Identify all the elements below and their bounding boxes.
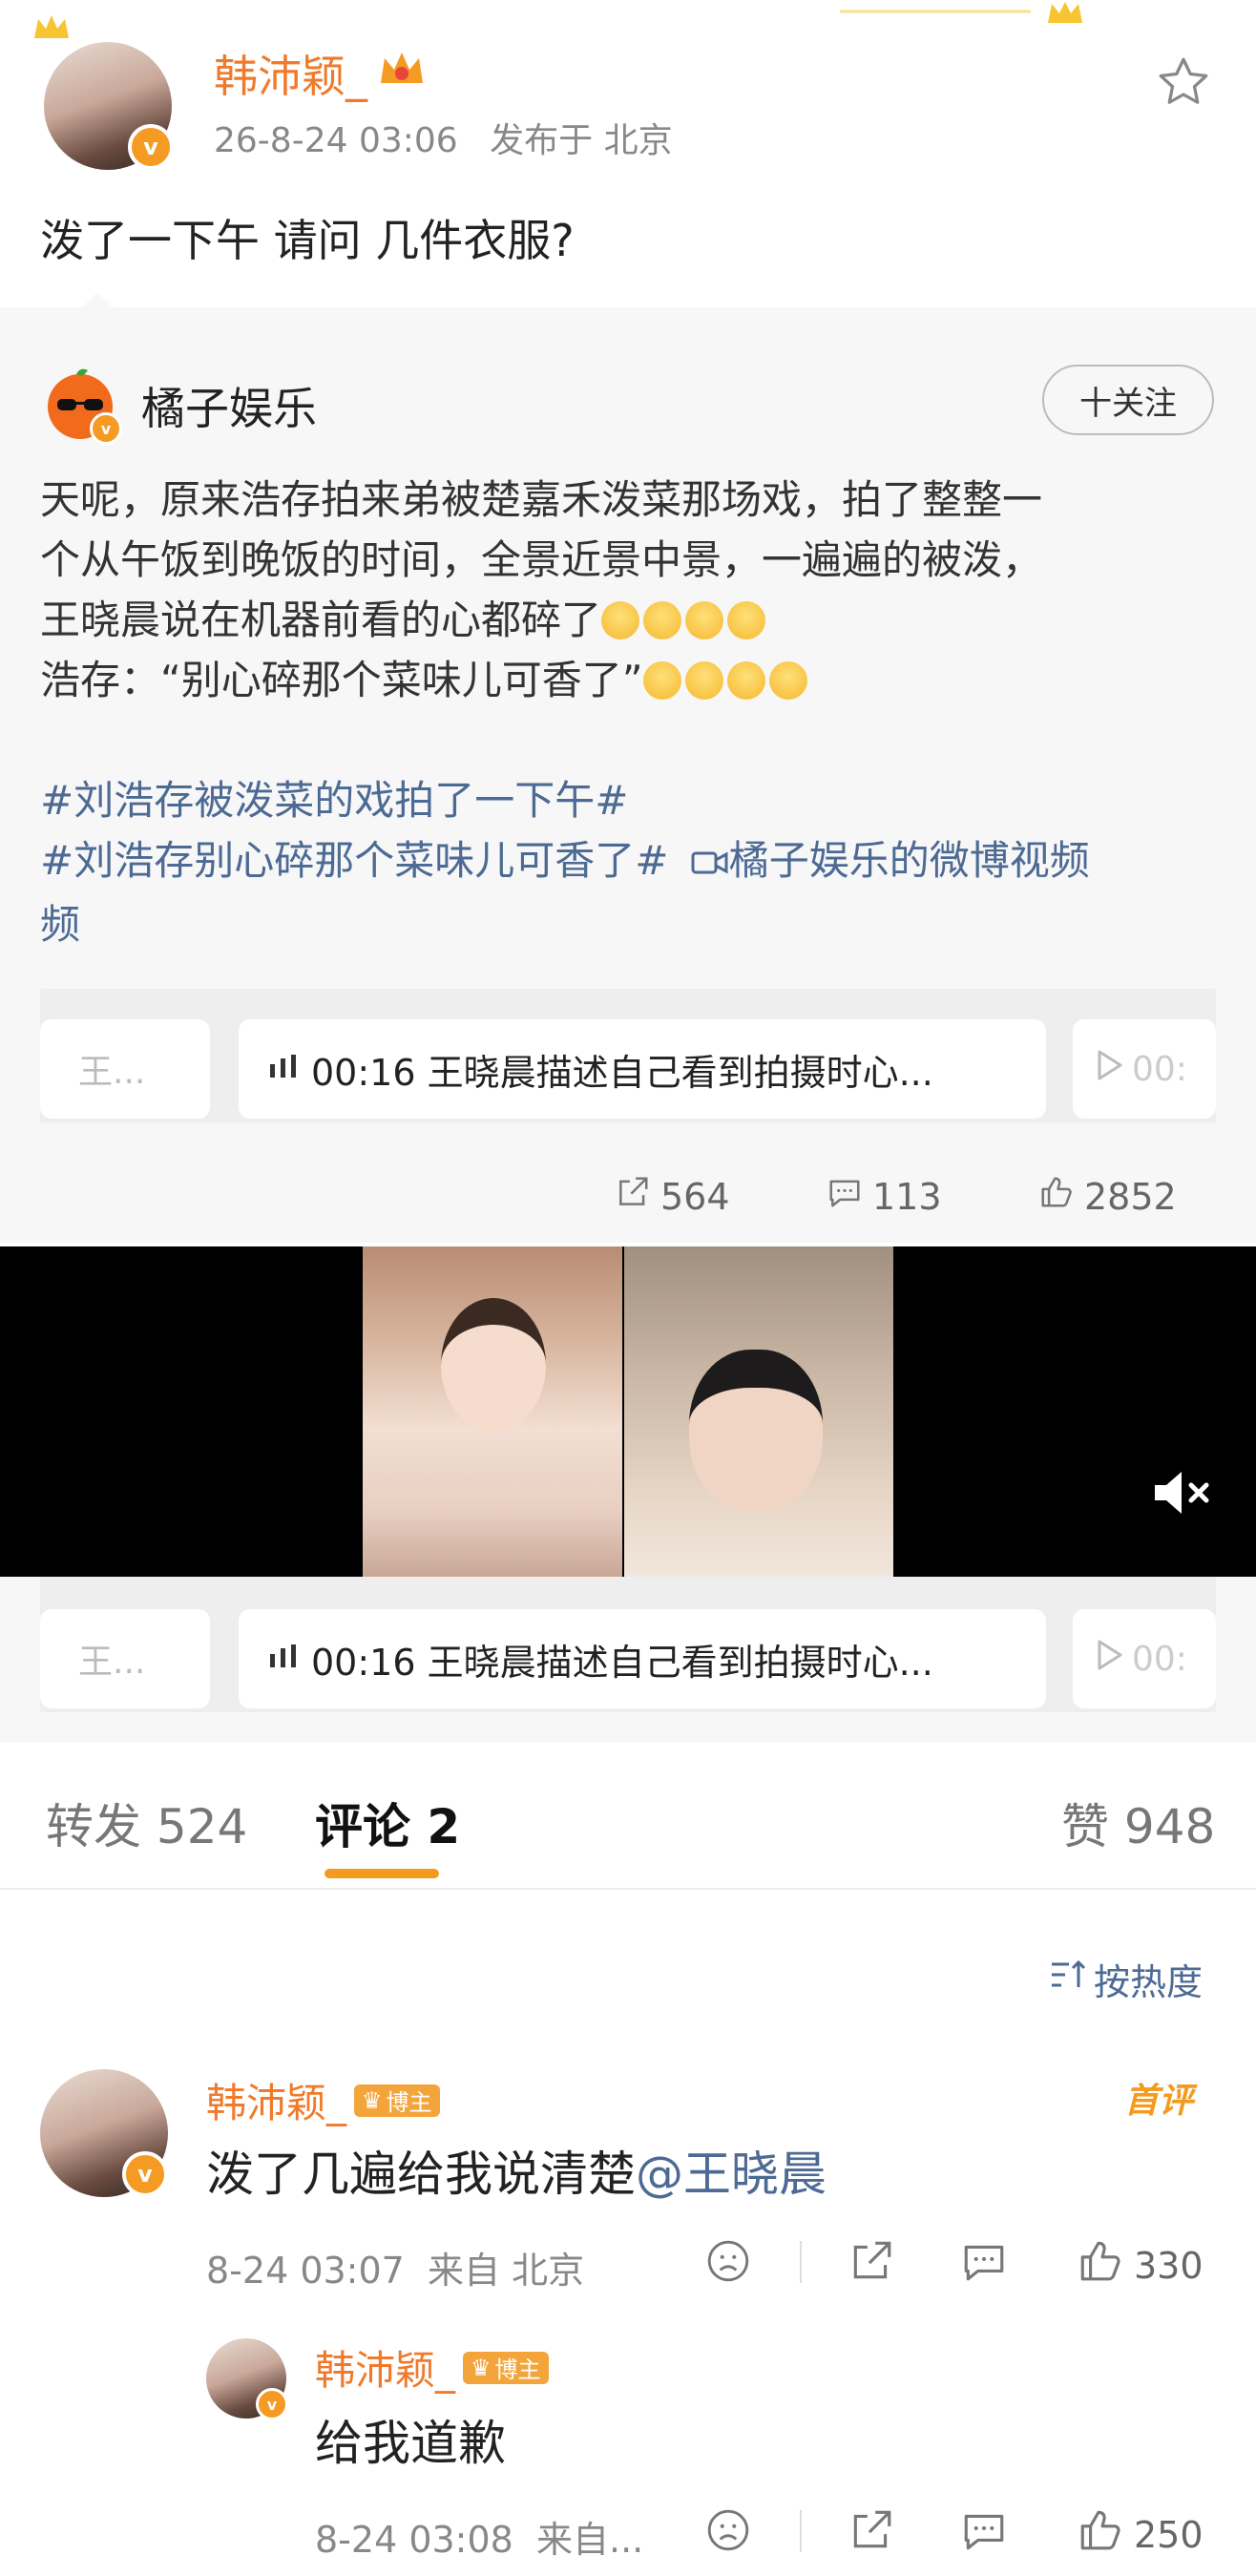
comment-2-like[interactable]: 250	[1077, 2506, 1204, 2563]
repost-comment-count[interactable]: 113	[827, 1174, 942, 1219]
chapter-chip-main-2[interactable]: 00:16 王晓晨描述自己看到拍摄时心...	[239, 1609, 1046, 1708]
repost-line-3: 王晓晨说在机器前看的心都碎了	[40, 590, 1224, 650]
comment-1-share-icon[interactable]	[848, 2237, 895, 2285]
hug-emoji-icon	[642, 661, 681, 700]
repost-body: 天呢，原来浩存拍来弟被楚嘉禾泼菜那场戏，拍了整整一 个从午饭到晚饭的时间，全景近…	[40, 470, 1224, 954]
repost-pointer	[80, 292, 115, 309]
comment-1-author[interactable]: 韩沛颖_	[206, 2071, 346, 2129]
comment-1-text: 泼了几遍给我说清楚@王晓晨	[206, 2147, 827, 2202]
mute-icon[interactable]	[1149, 1464, 1216, 1521]
post-meta: 26-8-24 03:06 发布于 北京	[214, 113, 673, 162]
tab-active-underline	[324, 1869, 439, 1878]
tabs-divider	[0, 1888, 1256, 1890]
repost-verified-icon: v	[90, 412, 122, 445]
comment-1-mention[interactable]: @王晓晨	[636, 2147, 827, 2202]
video-link[interactable]: 橘子娱乐的微博视频	[729, 837, 1090, 884]
comment-1-separator	[800, 2241, 802, 2283]
comment-1-verified-icon: v	[122, 2151, 168, 2197]
repost-author[interactable]: 橘子娱乐	[141, 374, 317, 437]
play-icon	[1096, 1639, 1124, 1680]
chapter-chip-left-2[interactable]: 王...	[40, 1609, 210, 1708]
repost-line-1: 天呢，原来浩存拍来弟被楚嘉禾泼菜那场戏，拍了整整一	[40, 476, 1043, 523]
comment-2-meta: 8-24 03:08 来自...	[315, 2519, 644, 2561]
video-link-tail[interactable]: 频	[40, 894, 1224, 954]
comment-2-share-icon[interactable]	[848, 2506, 895, 2554]
repost-like-count[interactable]: 2852	[1038, 1174, 1177, 1219]
thumb-up-icon	[1038, 1174, 1075, 1219]
crown-icon: ♛	[362, 2086, 383, 2114]
play-icon	[1096, 1049, 1124, 1090]
comment-2-reply-icon[interactable]	[960, 2506, 1008, 2554]
tab-comment[interactable]: 评论 2	[315, 1789, 460, 1857]
comment-1-meta: 8-24 03:07 来自 北京	[206, 2250, 585, 2292]
comment-1-reply-icon[interactable]	[960, 2237, 1008, 2285]
comment-2-text: 给我道歉	[315, 2416, 506, 2471]
first-comment-tag: 首评	[1124, 2082, 1194, 2121]
author-name[interactable]: 韩沛颖_	[214, 42, 427, 105]
repost-share-count[interactable]: 564	[615, 1174, 730, 1219]
sort-icon	[1048, 1957, 1088, 2001]
thumb-up-icon	[1077, 2237, 1124, 2293]
hug-emoji-icon	[727, 601, 766, 639]
post-text: 泼了一下午 请问 几件衣服?	[40, 215, 575, 266]
video-frame-left-face	[441, 1298, 546, 1432]
comment-2-host-badge: ♛ 博主	[463, 2351, 549, 2384]
comment-1-host-badge: ♛ 博主	[354, 2084, 440, 2117]
hug-emoji-icon	[685, 601, 724, 639]
hashtag-2[interactable]: #刘浩存别心碎那个菜味儿可香了#	[40, 837, 668, 884]
chapter-chip-right-2[interactable]: 00:	[1073, 1609, 1216, 1708]
verified-badge-icon: v	[128, 124, 174, 170]
post-time: 26-8-24 03:06	[214, 121, 458, 160]
chapter-chip-main[interactable]: 00:16 王晓晨描述自己看到拍摄时心...	[239, 1019, 1046, 1119]
comment-1-like[interactable]: 330	[1077, 2237, 1204, 2293]
audio-bars-icon	[267, 1048, 300, 1090]
comment-2-dislike-icon[interactable]	[704, 2506, 752, 2554]
comment-1-header: 韩沛颖_ ♛ 博主	[206, 2071, 440, 2129]
post-location: 发布于 北京	[490, 121, 673, 160]
crown-icon: ♛	[471, 2354, 492, 2381]
hug-emoji-icon	[601, 601, 640, 639]
hug-emoji-icon	[726, 661, 765, 700]
comment-icon	[827, 1174, 863, 1219]
hug-emoji-icon	[643, 601, 682, 639]
comment-2-verified-icon: v	[256, 2388, 288, 2420]
tab-repost[interactable]: 转发 524	[46, 1789, 247, 1857]
comment-1-dislike-icon[interactable]	[704, 2237, 752, 2285]
follow-button[interactable]: 十关注	[1042, 365, 1214, 435]
hashtag-1[interactable]: #刘浩存被泼菜的戏拍了一下午#	[40, 770, 1224, 830]
sort-button[interactable]: 按热度	[1048, 1953, 1203, 2005]
favorite-star-icon[interactable]	[1155, 53, 1212, 111]
hug-emoji-icon	[684, 661, 723, 700]
chapter-chip-right[interactable]: 00:	[1073, 1019, 1216, 1119]
crown-vip-icon	[377, 47, 427, 101]
hug-emoji-icon	[768, 661, 807, 700]
tab-like[interactable]: 赞 948	[1061, 1789, 1215, 1857]
repost-line-2: 个从午饭到晚饭的时间，全景近景中景，一遍遍的被泼，	[40, 536, 1043, 583]
comment-2-author[interactable]: 韩沛颖_	[315, 2338, 455, 2397]
thumb-up-icon	[1077, 2506, 1124, 2563]
crown-decoration-icon	[32, 13, 71, 42]
audio-bars-icon	[267, 1638, 300, 1680]
comment-2-header: 韩沛颖_ ♛ 博主	[315, 2338, 549, 2397]
share-icon	[615, 1174, 651, 1219]
video-link-icon	[691, 834, 729, 894]
chapter-chip-left[interactable]: 王...	[40, 1019, 210, 1119]
hashtag-line-2: #刘浩存别心碎那个菜味儿可香了# 橘子娱乐的微博视频	[40, 830, 1224, 894]
video-frame-right-face	[689, 1350, 823, 1512]
comment-2-separator	[800, 2510, 802, 2552]
repost-line-4: 浩存：“别心碎那个菜味儿可香了”	[40, 650, 1224, 710]
top-right-decoration	[840, 0, 1126, 29]
